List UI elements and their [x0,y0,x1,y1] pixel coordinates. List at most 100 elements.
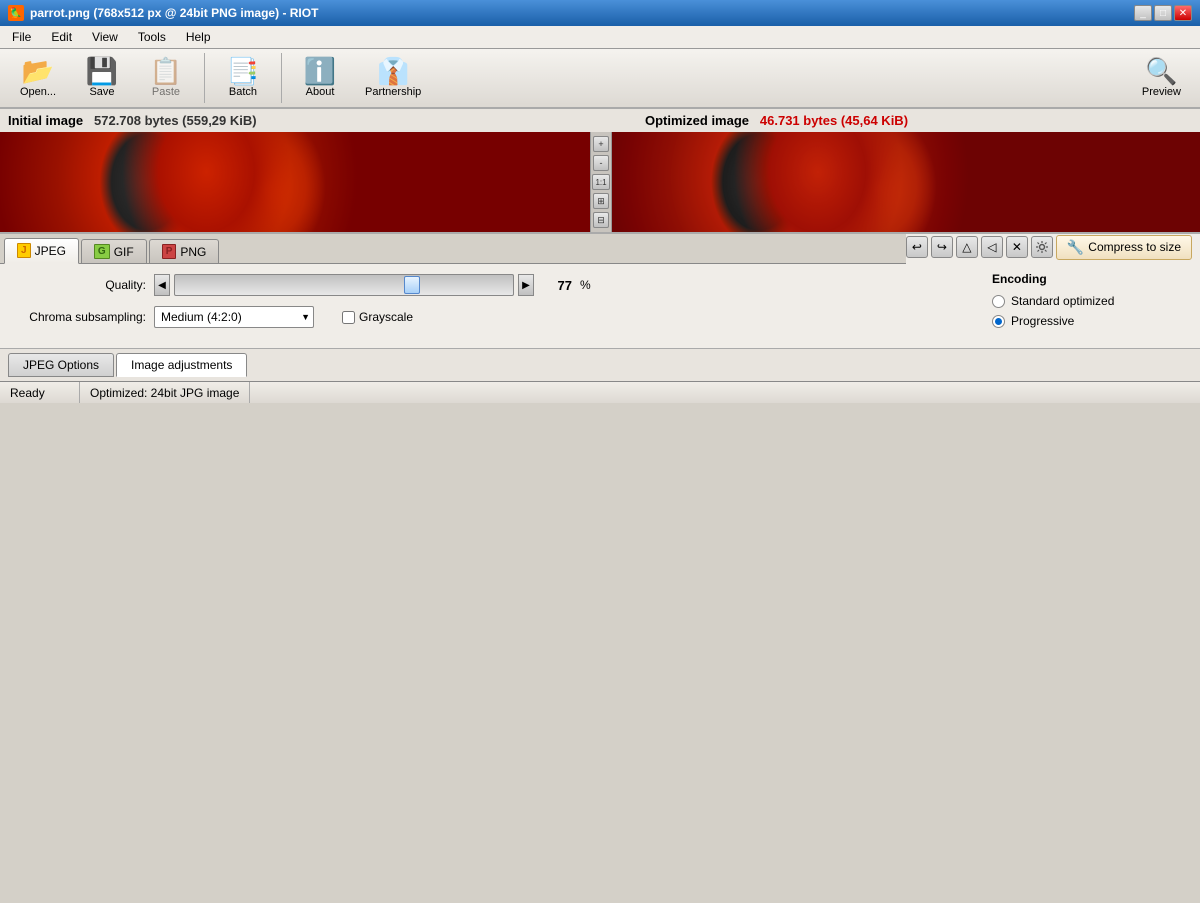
progressive-label: Progressive [1011,314,1074,328]
open-button[interactable]: 📂 Open... [8,53,68,103]
maximize-button[interactable]: □ [1154,5,1172,21]
save-button[interactable]: 💾 Save [72,53,132,103]
tab-gif[interactable]: G GIF [81,239,147,263]
toolbar-separator [204,53,205,103]
batch-button[interactable]: 📑 Batch [213,53,273,103]
save-icon: 💾 [86,58,118,84]
paste-label: Paste [152,86,180,98]
format-tabs: J JPEG G GIF P PNG [0,234,906,264]
options-panel: Quality: ◀ ▶ 77 % Chroma subsampling: [0,264,960,348]
paste-button[interactable]: 📋 Paste [136,53,196,103]
image-panels: + - 1:1 ⊞ ⊟ [0,132,1200,232]
progressive-radio[interactable] [992,315,1005,328]
original-parrot-image [0,132,590,232]
image-adjustments-tab[interactable]: Image adjustments [116,353,247,377]
settings-button[interactable] [1031,236,1053,258]
compress-to-size-button[interactable]: 🔧 Compress to size [1056,235,1192,260]
grayscale-row: Grayscale [342,310,413,324]
paste-icon: 📋 [150,58,182,84]
app-icon: 🦜 [8,5,24,21]
tab-png-label: PNG [180,245,206,259]
about-button[interactable]: ℹ️ About [290,53,350,103]
options-area: Quality: ◀ ▶ 77 % Chroma subsampling: [0,264,1200,348]
menu-tools[interactable]: Tools [130,28,174,46]
tab-png[interactable]: P PNG [149,239,220,263]
quality-slider-thumb[interactable] [404,276,420,294]
optimized-image-label: Optimized image [645,113,749,128]
preview-button[interactable]: 🔍 Preview [1131,53,1192,103]
quality-increase-button[interactable]: ▶ [518,274,534,296]
minimize-button[interactable]: _ [1134,5,1152,21]
progressive-row: Progressive [992,314,1188,328]
batch-icon: 📑 [227,58,259,84]
window-title: parrot.png (768x512 px @ 24bit PNG image… [30,6,318,20]
menu-edit[interactable]: Edit [43,28,80,46]
optimized-parrot-image [612,132,1200,232]
zoom-reset-button[interactable]: 1:1 [592,174,610,190]
original-image-panel [0,132,590,232]
partnership-button[interactable]: 👔 Partnership [354,53,432,103]
menu-bar: File Edit View Tools Help [0,26,1200,49]
menu-file[interactable]: File [4,28,39,46]
standard-optimized-radio[interactable] [992,295,1005,308]
bottom-tabs-row: JPEG Options Image adjustments [0,348,1200,381]
jpeg-tab-icon: J [17,243,31,258]
grayscale-checkbox[interactable] [342,311,355,324]
bottom-panel: J JPEG G GIF P PNG ↩ ↪ △ ◁ ✕ [0,232,1200,381]
initial-image-size: 572.708 bytes (559,29 KiB) [87,113,257,128]
left-options: Quality: ◀ ▶ 77 % Chroma subsampling: [0,264,960,348]
flip-v-button[interactable]: △ [956,236,978,258]
initial-image-header: Initial image 572.708 bytes (559,29 KiB) [8,113,603,128]
grayscale-label: Grayscale [359,310,413,324]
preview-icon: 🔍 [1145,58,1177,84]
zoom-out-button[interactable]: - [593,155,609,171]
about-label: About [306,86,335,98]
toolbar-separator-2 [281,53,282,103]
menu-view[interactable]: View [84,28,126,46]
compress-label: Compress to size [1088,240,1181,254]
quality-percent: % [580,278,591,292]
chroma-select-wrapper: None (4:4:4) Low (4:1:1) Medium (4:2:0) … [154,306,314,328]
sync-button[interactable]: ⊟ [593,212,609,228]
format-tabs-row: J JPEG G GIF P PNG ↩ ↪ △ ◁ ✕ [0,234,1200,264]
quality-decrease-button[interactable]: ◀ [154,274,170,296]
encoding-options: Encoding Standard optimized Progressive [980,264,1200,342]
quality-label: Quality: [16,278,146,292]
status-bar: Ready Optimized: 24bit JPG image [0,381,1200,403]
chroma-label: Chroma subsampling: [16,310,146,324]
delete-button[interactable]: ✕ [1006,236,1028,258]
chroma-select[interactable]: None (4:4:4) Low (4:1:1) Medium (4:2:0) … [154,306,314,328]
preview-label: Preview [1142,86,1181,98]
redo-button[interactable]: ↪ [931,236,953,258]
flip-h-button[interactable]: ◁ [981,236,1003,258]
optimized-image-header: Optimized image 46.731 bytes (45,64 KiB) [625,113,1192,128]
tab-jpeg[interactable]: J JPEG [4,238,79,264]
close-button[interactable]: ✕ [1174,5,1192,21]
optimized-image-size: 46.731 bytes (45,64 KiB) [753,113,908,128]
standard-optimized-label: Standard optimized [1011,294,1114,308]
image-headers: Initial image 572.708 bytes (559,29 KiB)… [0,109,1200,132]
quality-slider[interactable] [174,274,514,296]
tab-gif-label: GIF [114,245,134,259]
tab-jpeg-label: JPEG [35,244,66,258]
initial-image-label: Initial image [8,113,83,128]
undo-button[interactable]: ↩ [906,236,928,258]
gif-tab-icon: G [94,244,110,259]
encoding-title: Encoding [992,272,1188,286]
chroma-row: Chroma subsampling: None (4:4:4) Low (4:… [16,306,944,328]
status-ready: Ready [0,382,80,403]
about-icon: ℹ️ [304,58,336,84]
partnership-icon: 👔 [377,58,409,84]
menu-help[interactable]: Help [178,28,219,46]
jpeg-options-tab[interactable]: JPEG Options [8,353,114,377]
status-info: Optimized: 24bit JPG image [80,382,250,403]
png-tab-icon: P [162,244,177,259]
title-bar: 🦜 parrot.png (768x512 px @ 24bit PNG ima… [0,0,1200,26]
fit-button[interactable]: ⊞ [593,193,609,209]
zoom-in-button[interactable]: + [593,136,609,152]
quality-row: Quality: ◀ ▶ 77 % [16,274,944,296]
partnership-label: Partnership [365,86,421,98]
panel-controls: + - 1:1 ⊞ ⊟ [590,132,612,232]
open-label: Open... [20,86,56,98]
optimized-image-panel [612,132,1200,232]
